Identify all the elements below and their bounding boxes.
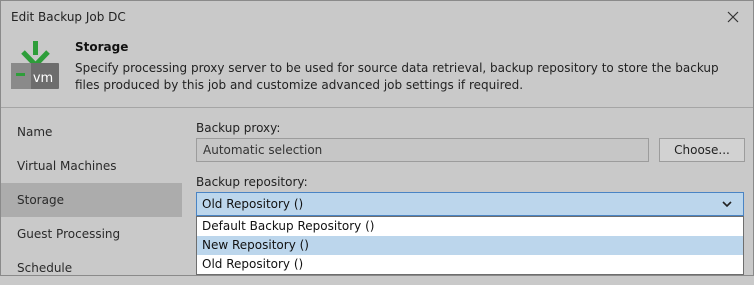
title-bar: Edit Backup Job DC [1, 1, 753, 33]
backup-repository-label: Backup repository: [196, 175, 308, 189]
sidebar-item-name[interactable]: Name [1, 115, 182, 149]
sidebar-item-virtual-machines[interactable]: Virtual Machines [1, 149, 182, 183]
edit-backup-job-window: Edit Backup Job DC vm Storage Specify pr… [0, 0, 754, 276]
dropdown-option-new-repository[interactable]: New Repository () [197, 236, 743, 255]
backup-proxy-label: Backup proxy: [196, 121, 281, 135]
backup-repository-select[interactable]: Old Repository () [196, 192, 744, 216]
wizard-steps-sidebar: Name Virtual Machines Storage Guest Proc… [1, 115, 182, 285]
step-title: Storage [75, 40, 129, 54]
backup-proxy-field[interactable]: Automatic selection [196, 138, 649, 162]
chevron-down-icon[interactable] [721, 196, 733, 212]
step-description: Specify processing proxy server to be us… [75, 61, 719, 92]
choose-proxy-button[interactable]: Choose... [659, 138, 745, 162]
wizard-header: vm Storage Specify processing proxy serv… [1, 33, 753, 105]
sidebar-item-guest-processing[interactable]: Guest Processing [1, 217, 182, 251]
vm-label: vm [33, 71, 53, 86]
sidebar-item-schedule[interactable]: Schedule [1, 251, 182, 285]
window-title: Edit Backup Job DC [11, 10, 126, 24]
dropdown-option-default-repository[interactable]: Default Backup Repository () [197, 217, 743, 236]
selected-repository: Old Repository () [202, 197, 304, 211]
sidebar-item-storage[interactable]: Storage [1, 183, 182, 217]
vm-backup-icon: vm [9, 39, 61, 93]
repository-dropdown-list: Default Backup Repository () New Reposit… [196, 216, 744, 275]
header-divider [1, 107, 753, 108]
dropdown-option-old-repository[interactable]: Old Repository () [197, 255, 743, 274]
close-icon[interactable] [723, 7, 743, 27]
